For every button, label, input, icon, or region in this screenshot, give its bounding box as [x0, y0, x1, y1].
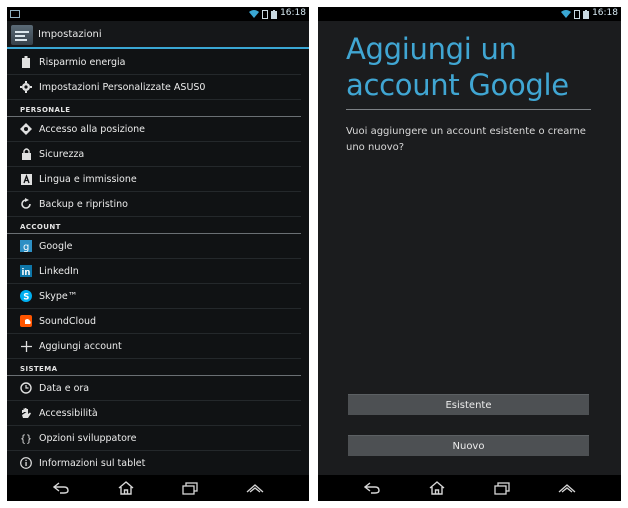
settings-item-asus[interactable]: Impostazioni Personalizzate ASUS0: [7, 75, 301, 100]
recent-apps-button[interactable]: [491, 479, 513, 497]
title-divider: [346, 109, 591, 110]
settings-item-add-account[interactable]: Aggiungi account: [7, 334, 301, 359]
navigation-bar: [318, 475, 621, 501]
existing-account-button[interactable]: Esistente: [348, 394, 589, 415]
add-account-screen: 16:18 Aggiungi un account Google Vuoi ag…: [318, 7, 621, 501]
chevron-up-icon: [558, 484, 576, 493]
status-bar: 16:18: [318, 7, 621, 21]
battery-status-icon: [583, 9, 589, 19]
settings-item-backup[interactable]: Backup e ripristino: [7, 192, 301, 217]
back-button[interactable]: [361, 479, 383, 497]
wifi-icon: [561, 10, 571, 18]
keyboard-a-icon: [19, 172, 33, 186]
clock-icon: [19, 381, 33, 395]
home-button[interactable]: [426, 479, 448, 497]
backup-icon: [19, 197, 33, 211]
menu-button[interactable]: [244, 479, 266, 497]
back-button[interactable]: [50, 479, 72, 497]
section-header-personal: PERSONALE: [7, 100, 301, 117]
settings-item-developer[interactable]: {} Opzioni sviluppatore: [7, 426, 301, 451]
svg-text:g: g: [23, 242, 29, 252]
back-icon: [53, 482, 69, 494]
settings-item-google[interactable]: g Google: [7, 234, 301, 259]
google-icon: g: [19, 239, 33, 253]
battery-icon: [19, 55, 33, 69]
clock: 16:18: [280, 8, 306, 18]
location-icon: [19, 122, 33, 136]
braces-icon: {}: [19, 431, 33, 445]
settings-screen: 16:18 Impostazioni Risparmio energia Imp…: [7, 7, 309, 501]
back-icon: [364, 482, 381, 494]
new-account-button[interactable]: Nuovo: [348, 435, 589, 456]
lock-icon: [19, 147, 33, 161]
plus-icon: [19, 339, 33, 353]
settings-list: Risparmio energia Impostazioni Personali…: [7, 50, 309, 476]
info-icon: [19, 456, 33, 470]
settings-item-skype[interactable]: S Skype™: [7, 284, 301, 309]
status-icons: [249, 9, 277, 19]
settings-item-about[interactable]: Informazioni sul tablet: [7, 451, 301, 476]
wifi-icon: [249, 10, 259, 18]
page-title: Aggiungi un account Google: [346, 32, 569, 102]
navigation-bar: [7, 475, 309, 501]
prompt-text: Vuoi aggiungere un account esistente o c…: [346, 126, 586, 153]
svg-text:{}: {}: [20, 434, 32, 444]
settings-item-linkedin[interactable]: in LinkedIn: [7, 259, 301, 284]
section-header-account: ACCOUNT: [7, 217, 301, 234]
home-button[interactable]: [115, 479, 137, 497]
gear-icon: [19, 80, 33, 94]
skype-icon: S: [19, 289, 33, 303]
recent-apps-icon: [182, 481, 198, 495]
settings-item-location[interactable]: Accesso alla posizione: [7, 117, 301, 142]
settings-item-date-time[interactable]: Data e ora: [7, 376, 301, 401]
svg-text:S: S: [23, 293, 29, 303]
status-bar: 16:18: [7, 7, 309, 21]
page-title: Impostazioni: [38, 29, 102, 40]
recent-apps-icon: [494, 481, 510, 495]
clock: 16:18: [592, 8, 618, 18]
notification-icon: [10, 10, 20, 18]
chevron-up-icon: [246, 484, 264, 493]
settings-item-soundcloud[interactable]: SoundCloud: [7, 309, 301, 334]
sim-icon: [262, 9, 268, 19]
linkedin-icon: in: [19, 264, 33, 278]
settings-item-accessibility[interactable]: Accessibilità: [7, 401, 301, 426]
section-header-system: SISTEMA: [7, 359, 301, 376]
home-icon: [118, 481, 134, 495]
action-bar: Impostazioni: [7, 21, 309, 49]
svg-text:in: in: [22, 268, 31, 277]
settings-item-security[interactable]: Sicurezza: [7, 142, 301, 167]
home-icon: [429, 481, 445, 495]
sim-icon: [574, 9, 580, 19]
battery-status-icon: [271, 9, 277, 19]
settings-item-power[interactable]: Risparmio energia: [7, 50, 301, 75]
menu-button[interactable]: [556, 479, 578, 497]
hand-icon: [19, 406, 33, 420]
settings-app-icon[interactable]: [11, 25, 33, 45]
settings-item-language[interactable]: Lingua e immissione: [7, 167, 301, 192]
status-icons: [561, 9, 589, 19]
soundcloud-icon: [19, 314, 33, 328]
recent-apps-button[interactable]: [179, 479, 201, 497]
